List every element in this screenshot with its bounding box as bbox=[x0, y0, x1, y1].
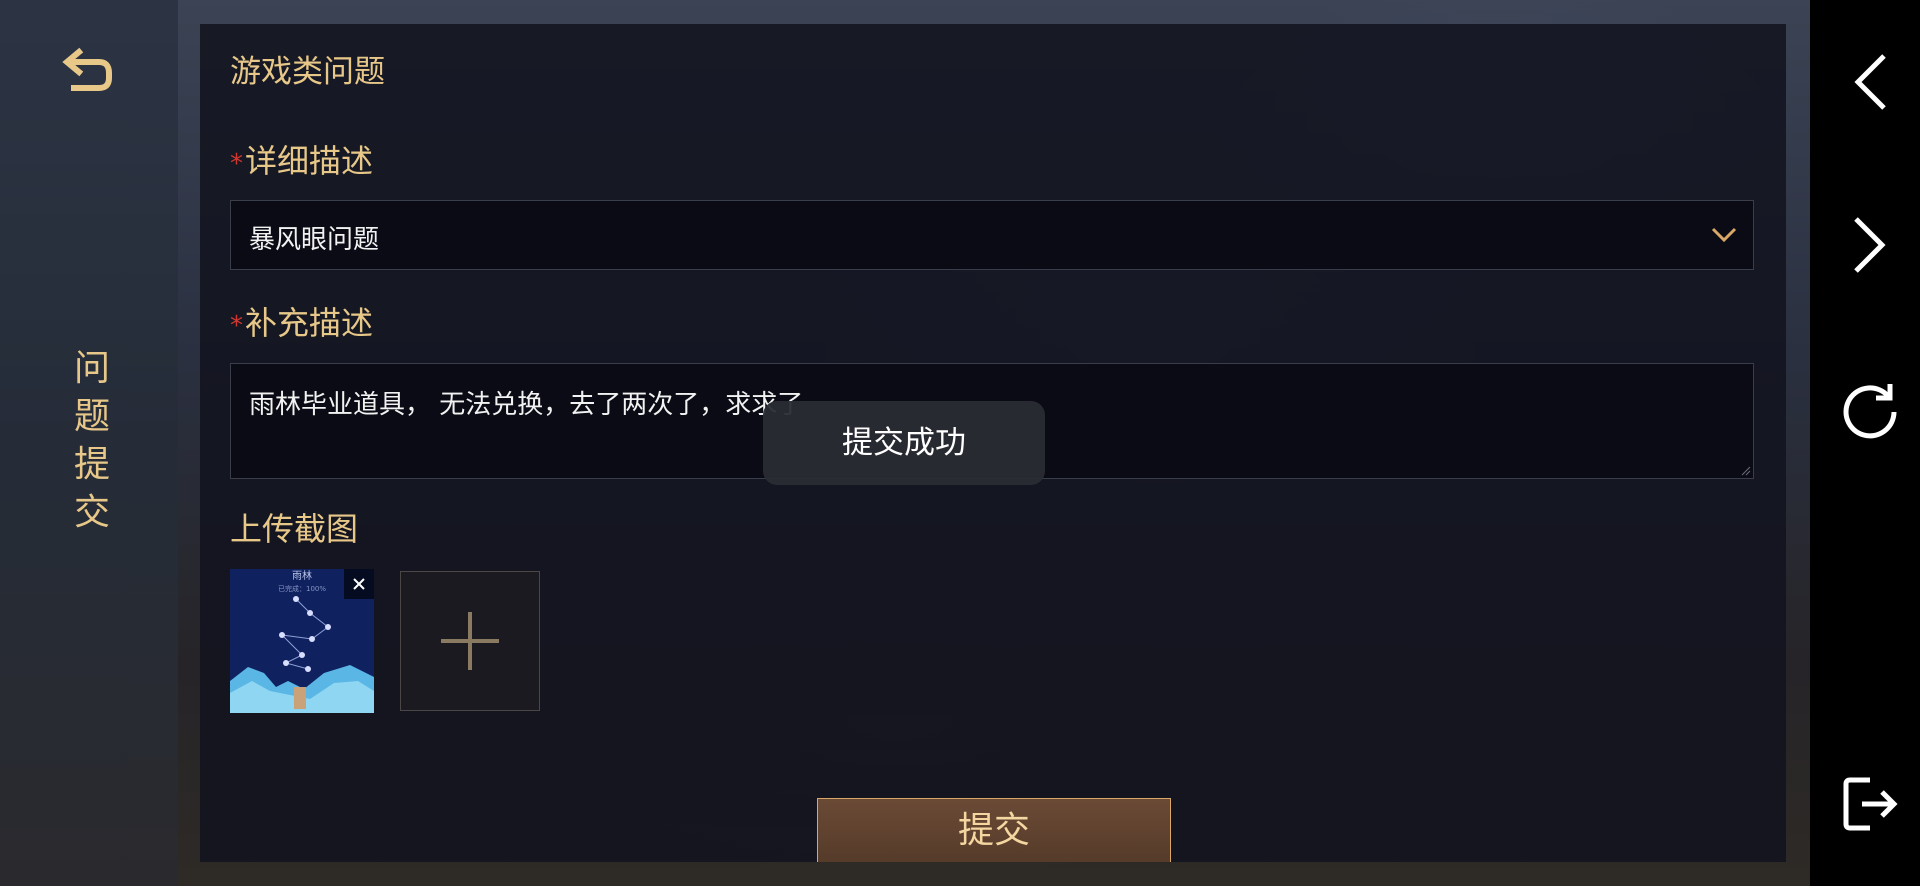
extra-label-text: 补充描述 bbox=[245, 304, 374, 342]
refresh-icon bbox=[1843, 384, 1897, 439]
app-screen: 问 题 提 交 游戏类问题 *详细描述 暴风眼问题 *补充描述 雨林毕业道具， … bbox=[0, 0, 1920, 886]
chevron-left-icon bbox=[1854, 54, 1886, 110]
remove-screenshot-button[interactable] bbox=[344, 569, 374, 599]
back-button[interactable] bbox=[58, 40, 118, 100]
chevron-right-icon bbox=[1854, 217, 1886, 273]
chevron-down-icon bbox=[1711, 227, 1737, 243]
return-arrow-icon bbox=[62, 47, 112, 91]
category-title: 游戏类问题 bbox=[230, 54, 385, 90]
side-rail: 问 题 提 交 bbox=[0, 0, 178, 886]
detail-label: *详细描述 bbox=[230, 136, 373, 182]
nav-forward-button[interactable] bbox=[1840, 215, 1900, 275]
side-title-char: 问 bbox=[73, 348, 110, 389]
required-mark: * bbox=[230, 149, 243, 179]
close-icon bbox=[353, 578, 365, 590]
nav-back-button[interactable] bbox=[1840, 52, 1900, 112]
upload-label: 上传截图 bbox=[230, 510, 359, 548]
screenshot-thumbnail[interactable]: 雨林 已完成：100% bbox=[230, 569, 374, 713]
side-title-char: 题 bbox=[73, 396, 110, 437]
detail-label-text: 详细描述 bbox=[245, 142, 374, 180]
required-mark: * bbox=[230, 311, 243, 341]
exit-icon bbox=[1843, 777, 1898, 831]
side-title-char: 交 bbox=[73, 492, 110, 533]
nav-refresh-button[interactable] bbox=[1840, 380, 1900, 440]
extra-label: *补充描述 bbox=[230, 298, 373, 344]
side-title: 问 题 提 交 bbox=[62, 345, 122, 537]
browser-nav-strip bbox=[1810, 0, 1920, 886]
plus-icon bbox=[441, 612, 499, 670]
detail-select-value: 暴风眼问题 bbox=[249, 225, 380, 255]
detail-select[interactable]: 暴风眼问题 bbox=[230, 200, 1754, 270]
resize-grip-icon[interactable] bbox=[1741, 466, 1751, 476]
thumbnail-caption-sub: 已完成：100% bbox=[278, 584, 326, 593]
side-title-char: 提 bbox=[73, 444, 110, 485]
submit-button[interactable]: 提交 bbox=[817, 798, 1171, 862]
success-toast: 提交成功 bbox=[763, 401, 1045, 485]
nav-exit-button[interactable] bbox=[1840, 774, 1900, 834]
add-screenshot-button[interactable] bbox=[400, 571, 540, 711]
thumbnail-caption-title: 雨林 bbox=[292, 569, 312, 582]
extra-description-value: 雨林毕业道具， 无法兑换，去了两次了，求求了 bbox=[249, 390, 804, 420]
